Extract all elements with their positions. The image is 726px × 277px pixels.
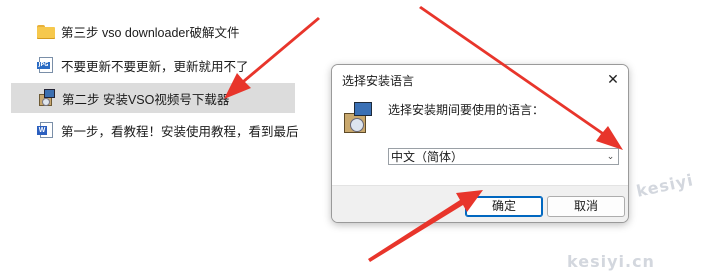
dialog-titlebar: 选择安装语言 ✕ [332,65,628,93]
word-doc-icon: W [37,121,55,139]
language-select-value: 中文（简体） [391,150,464,164]
cancel-button[interactable]: 取消 [547,196,625,217]
file-row-no-update-image[interactable]: JPG 不要更新不要更新，更新就用不了 [37,50,295,80]
dialog-title: 选择安装语言 [342,74,415,88]
close-icon[interactable]: ✕ [598,65,628,93]
watermark: kesiyi [634,170,696,201]
language-select[interactable]: 中文（简体） ⌄ [388,148,619,165]
watermark: kesiyi.cn [567,252,655,271]
file-row-installer[interactable]: 第二步 安装VSO视频号下载器 [11,83,295,113]
folder-icon [37,22,55,40]
file-name: 不要更新不要更新，更新就用不了 [61,59,249,74]
ok-button[interactable]: 确定 [465,196,543,217]
file-row-tutorial-doc[interactable]: W 第一步，看教程！安装使用教程，看到最后 [37,115,299,145]
language-dialog: 选择安装语言 ✕ 选择安装期间要使用的语言： 中文（简体） ⌄ 确定 取消 [331,64,629,223]
file-name: 第二步 安装VSO视频号下载器 [62,92,230,107]
setup-icon [344,101,374,133]
chevron-down-icon[interactable]: ⌄ [603,149,618,164]
file-row-crack-folder[interactable]: 第三步 vso downloader破解文件 [37,16,295,46]
setup-icon [38,89,56,107]
dialog-body: 选择安装期间要使用的语言： 中文（简体） ⌄ [332,93,628,185]
file-name: 第三步 vso downloader破解文件 [61,25,240,40]
jpg-icon: JPG [37,56,55,74]
file-list: 第三步 vso downloader破解文件 JPG 不要更新不要更新，更新就用… [0,0,300,277]
file-name: 第一步，看教程！安装使用教程，看到最后 [61,124,299,139]
dialog-prompt: 选择安装期间要使用的语言： [388,103,545,117]
dialog-footer: 确定 取消 [332,185,628,222]
